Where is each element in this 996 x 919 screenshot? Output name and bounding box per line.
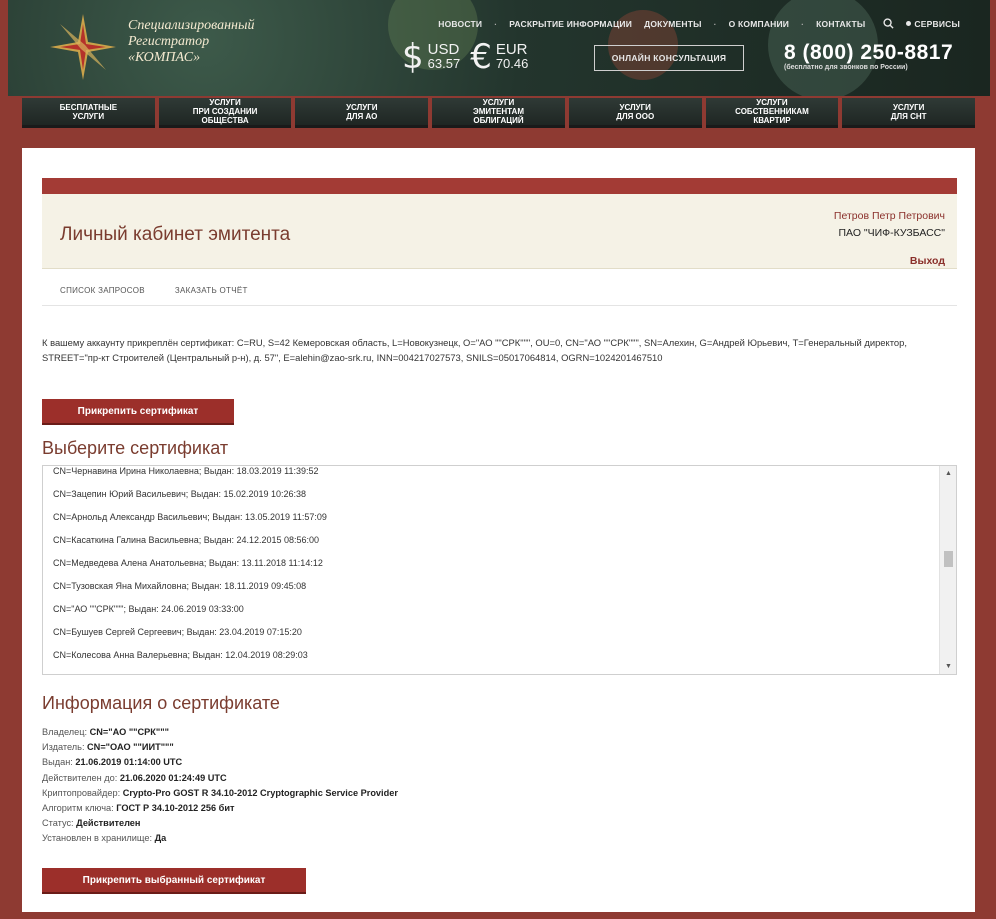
info-value: CN="ОАО ""ИИТ""" [87, 742, 174, 753]
services-menu[interactable]: СЕРВИСЫ [906, 19, 960, 29]
user-box: Петров Петр Петрович ПАО "ЧИФ-КУЗБАСС" В… [834, 208, 945, 270]
list-item[interactable]: CN=Арнольд Александр Васильевич; Выдан: … [43, 506, 940, 529]
service-snt[interactable]: УСЛУГИ ДЛЯ СНТ [842, 98, 976, 128]
logo-line: «КОМПАС» [128, 50, 201, 65]
nav-contacts[interactable]: КОНТАКТЫ [816, 19, 865, 29]
search-icon[interactable] [883, 18, 894, 29]
service-ao[interactable]: УСЛУГИ ДЛЯ АО [295, 98, 429, 128]
cabinet-tabs: СПИСОК ЗАПРОСОВ ЗАКАЗАТЬ ОТЧЁТ [42, 276, 957, 306]
nav-news[interactable]: НОВОСТИ [438, 19, 482, 29]
logo-line: Регистратор [128, 34, 210, 49]
choose-certificate-heading: Выберите сертификат [42, 438, 229, 458]
compass-logo-icon[interactable] [48, 12, 118, 82]
info-value: 21.06.2020 01:24:49 UTC [119, 772, 227, 783]
scrollbar-thumb[interactable] [944, 551, 953, 567]
info-row-status: Статус: Действителен [42, 816, 398, 831]
certificate-info: Владелец: CN="АО ""СРК""" Издатель: CN="… [42, 725, 398, 847]
services-label: СЕРВИСЫ [914, 18, 960, 29]
nav-separator: · [801, 18, 805, 29]
euro-icon: € [470, 37, 492, 77]
scroll-up-arrow-icon[interactable]: ▲ [940, 466, 956, 481]
dollar-icon: $ [402, 37, 424, 77]
main-panel: Личный кабинет эмитента Петров Петр Петр… [22, 148, 975, 912]
accent-bar [42, 178, 957, 194]
service-bond-issuers[interactable]: УСЛУГИ ЭМИТЕНТАМ ОБЛИГАЦИЙ [432, 98, 565, 128]
logo-line: Специализированный [128, 18, 255, 33]
info-label: Криптопровайдер: [42, 787, 123, 798]
service-ooo[interactable]: УСЛУГИ ДЛЯ ООО [568, 98, 702, 128]
nav-separator: · [494, 18, 498, 29]
info-value: Да [154, 833, 167, 844]
cabinet-header: Личный кабинет эмитента Петров Петр Петр… [42, 194, 957, 269]
info-label: Алгоритм ключа: [42, 803, 117, 814]
service-free[interactable]: БЕСПЛАТНЫЕ УСЛУГИ [22, 98, 155, 128]
usd-code: USD [427, 41, 460, 58]
logout-link[interactable]: Выход [834, 253, 945, 270]
info-label: Статус: [42, 818, 77, 829]
site-header: Специализированный Регистратор «КОМПАС» … [8, 0, 990, 96]
certificate-list-items: CN=Чернавина Ирина Николаевна; Выдан: 18… [43, 466, 940, 674]
info-value: 21.06.2019 01:14:00 UTC [75, 757, 183, 768]
list-item[interactable]: CN=Чернавина Ирина Николаевна; Выдан: 18… [43, 466, 940, 483]
list-item[interactable]: CN=Касаткина Галина Васильевна; Выдан: 2… [43, 529, 940, 552]
info-label: Установлен в хранилище: [42, 833, 155, 844]
info-label: Владелец: [42, 727, 90, 737]
top-navigation: НОВОСТИ · РАСКРЫТИЕ ИНФОРМАЦИИ ДОКУМЕНТЫ ·… [438, 18, 960, 29]
list-scrollbar[interactable]: ▲ ▼ [939, 466, 956, 674]
scroll-down-arrow-icon[interactable]: ▼ [940, 659, 956, 674]
nav-documents[interactable]: ДОКУМЕНТЫ [644, 19, 702, 29]
nav-separator: · [713, 18, 717, 29]
user-organization: ПАО "ЧИФ-КУЗБАСС" [838, 227, 946, 239]
attached-certificate-text: К вашему аккаунту прикреплён сертификат:… [42, 337, 907, 363]
list-item[interactable]: CN=Медведева Алена Анатольевна; Выдан: 1… [43, 552, 940, 575]
info-row-crypto-provider: Криптопровайдер: Crypto-Pro GOST R 34.10… [42, 786, 398, 801]
phone-block: 8 (800) 250-8817 (бесплатно для звонков … [784, 42, 953, 72]
info-row-issuer: Издатель: CN="ОАО ""ИИТ""" [42, 740, 398, 755]
service-company-creation[interactable]: УСЛУГИ ПРИ СОЗДАНИИ ОБЩЕСТВА [158, 98, 292, 128]
info-row-installed: Установлен в хранилище: Да [42, 831, 398, 846]
certificate-info-heading: Информация о сертификате [42, 693, 280, 713]
attach-selected-certificate-button[interactable]: Прикрепить выбранный сертификат [42, 868, 306, 894]
list-item[interactable]: CN=Колесова Анна Валерьевна; Выдан: 12.0… [43, 644, 940, 667]
logo-text[interactable]: Специализированный Регистратор «КОМПАС» [128, 18, 254, 66]
usd-rate: 63.57 [427, 56, 461, 71]
page-title: Личный кабинет эмитента [60, 224, 291, 245]
tab-request-list[interactable]: СПИСОК ЗАПРОСОВ [60, 286, 145, 295]
info-row-key-algorithm: Алгоритм ключа: ГОСТ Р 34.10-2012 256 би… [42, 801, 398, 816]
phone-number[interactable]: 8 (800) 250-8817 [784, 42, 953, 64]
info-value: ГОСТ Р 34.10-2012 256 бит [116, 803, 235, 814]
info-label: Действителен до: [42, 772, 120, 783]
nav-about[interactable]: О КОМПАНИИ [729, 19, 789, 29]
info-label: Издатель: [42, 742, 88, 753]
certificate-list[interactable]: CN=Чернавина Ирина Николаевна; Выдан: 18… [42, 465, 957, 675]
service-apartment-owners[interactable]: УСЛУГИ СОБСТВЕННИКАМ КВАРТИР [705, 98, 839, 128]
services-dot-icon [906, 21, 912, 26]
info-value: Действителен [76, 818, 141, 829]
user-name[interactable]: Петров Петр Петрович [834, 208, 945, 225]
currency-rates: $ USD 63.57 € EUR 70.46 [402, 40, 538, 74]
eur-rate: 70.46 [495, 56, 529, 71]
list-item[interactable]: CN=Тузовская Яна Михайловна; Выдан: 18.1… [43, 575, 940, 598]
phone-note: (бесплатно для звонков по России) [784, 64, 908, 71]
info-row-owner: Владелец: CN="АО ""СРК""" [42, 725, 398, 740]
nav-disclosure[interactable]: РАСКРЫТИЕ ИНФОРМАЦИИ [509, 19, 632, 29]
info-value: Crypto-Pro GOST R 34.10-2012 Cryptograph… [122, 787, 398, 798]
list-item[interactable]: CN=Бушуев Сергей Сергеевич; Выдан: 23.04… [43, 621, 940, 644]
online-consultation-button[interactable]: ОНЛАЙН КОНСУЛЬТАЦИЯ [594, 45, 744, 71]
eur-code: EUR [495, 41, 528, 58]
info-row-issued: Выдан: 21.06.2019 01:14:00 UTC [42, 755, 398, 770]
services-nav: БЕСПЛАТНЫЕ УСЛУГИ УСЛУГИ ПРИ СОЗДАНИИ ОБ… [22, 98, 976, 128]
list-item[interactable]: CN=Зацепин Юрий Васильевич; Выдан: 15.02… [43, 483, 940, 506]
info-value: CN="АО ""СРК""" [89, 727, 169, 737]
info-row-valid-until: Действителен до: 21.06.2020 01:24:49 UTC [42, 771, 398, 786]
info-label: Выдан: [42, 757, 76, 768]
tab-order-report[interactable]: ЗАКАЗАТЬ ОТЧЁТ [175, 286, 248, 295]
attach-certificate-button[interactable]: Прикрепить сертификат [42, 399, 234, 425]
list-item[interactable]: CN="АО ""СРК"""; Выдан: 24.06.2019 03:33… [43, 598, 940, 621]
list-item[interactable]: CN=00 0010 000; Выдан: 22.00.2019 00:01:… [43, 667, 940, 674]
